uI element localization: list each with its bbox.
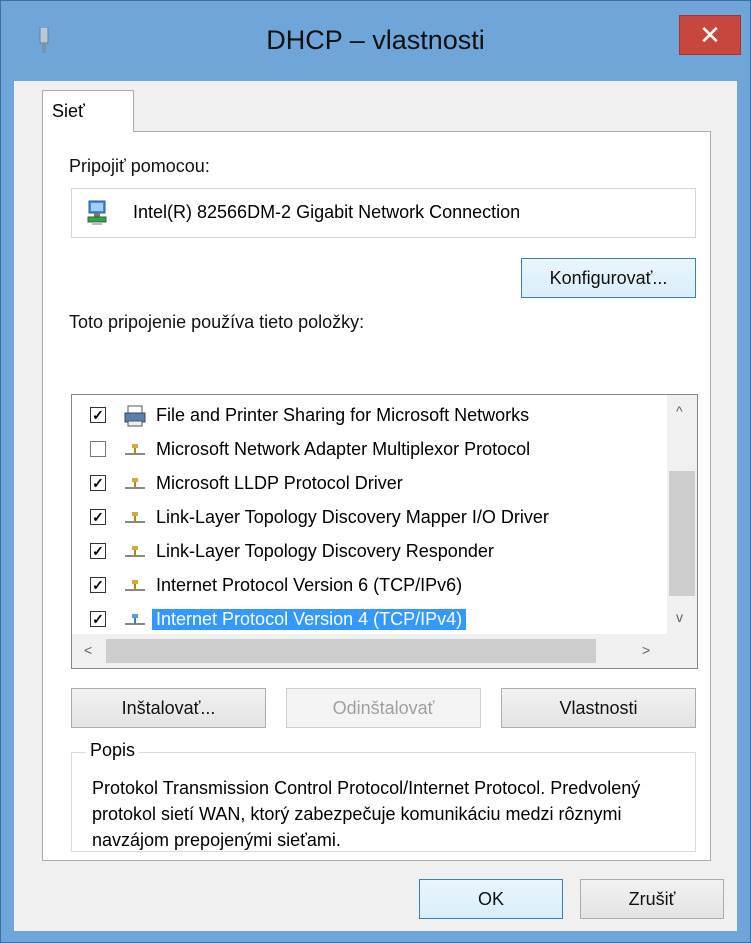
checkbox[interactable]: ✓ [90,509,106,525]
protocol-icon [125,614,145,625]
checkbox[interactable] [90,441,106,457]
item-label: Internet Protocol Version 4 (TCP/IPv4) [152,609,467,630]
adapter-box: Intel(R) 82566DM-2 Gigabit Network Conne… [71,188,696,238]
checkbox[interactable]: ✓ [90,611,106,627]
components-list[interactable]: ✓ File and Printer Sharing for Microsoft… [71,394,698,669]
tab-network[interactable]: Sieť [42,90,134,132]
protocol-icon [125,512,145,523]
adapter-name: Intel(R) 82566DM-2 Gigabit Network Conne… [133,202,521,222]
protocol-icon [125,444,145,455]
list-item[interactable]: ✓ Link-Layer Topology Discovery Responde… [72,535,667,569]
item-label: Internet Protocol Version 6 (TCP/IPv6) [156,575,463,595]
network-adapter-icon [87,200,107,225]
checkbox[interactable]: ✓ [90,577,106,593]
vertical-scrollbar[interactable]: ^ v [667,395,697,634]
checkbox[interactable]: ✓ [90,407,106,423]
configure-button[interactable]: Konfigurovať... [521,258,696,298]
list-item[interactable]: ✓ Link-Layer Topology Discovery Mapper I… [72,501,667,535]
protocol-icon [125,546,145,557]
item-label: Microsoft Network Adapter Multiplexor Pr… [156,439,531,459]
cancel-button[interactable]: Zrušiť [580,879,724,919]
scroll-down-icon[interactable]: v [676,609,683,625]
item-label: Microsoft LLDP Protocol Driver [156,473,403,493]
vertical-scroll-thumb[interactable] [669,471,695,596]
dialog-window: DHCP – vlastnosti ✕ Sieť Pripojiť pomoco… [0,0,751,943]
scroll-up-icon[interactable]: ^ [676,403,683,419]
install-button[interactable]: Inštalovať... [71,688,266,728]
list-item-selected[interactable]: ✓ Internet Protocol Version 4 (TCP/IPv4) [72,603,667,637]
item-label: Link-Layer Topology Discovery Responder [156,541,494,561]
window-title: DHCP – vlastnosti [266,25,485,55]
checkbox[interactable]: ✓ [90,543,106,559]
ok-button[interactable]: OK [419,879,563,919]
properties-button[interactable]: Vlastnosti [501,688,696,728]
printer-share-icon [124,405,146,427]
description-text: Protokol Transmission Control Protocol/I… [92,778,641,850]
connect-using-label: Pripojiť pomocou: [69,156,210,176]
protocol-icon [125,478,145,489]
item-label: Link-Layer Topology Discovery Mapper I/O… [156,507,549,527]
list-item[interactable]: ✓ Internet Protocol Version 6 (TCP/IPv6) [72,569,667,603]
protocol-icon [125,580,145,591]
horizontal-scrollbar[interactable]: < > [72,634,667,668]
checkbox[interactable]: ✓ [90,475,106,491]
scroll-right-icon[interactable]: > [642,642,650,658]
list-item[interactable]: ✓ File and Printer Sharing for Microsoft… [72,399,667,433]
description-group: Popis Protokol Transmission Control Prot… [71,740,696,852]
item-label: File and Printer Sharing for Microsoft N… [156,405,530,425]
uninstall-button[interactable]: Odinštalovať [286,688,481,728]
items-label: Toto pripojenie používa tieto položky: [69,312,365,332]
scrollbar-corner [667,634,697,668]
tab-panel: Pripojiť pomocou: Intel(R) 82566DM-2 Gig… [42,131,711,861]
scroll-left-icon[interactable]: < [84,642,92,658]
dialog-client: Sieť Pripojiť pomocou: Intel(R) 82566DM-… [14,81,737,931]
title-bar[interactable]: DHCP – vlastnosti ✕ [1,1,750,81]
horizontal-scroll-thumb[interactable] [106,639,596,663]
close-icon: ✕ [699,20,721,50]
close-button[interactable]: ✕ [679,15,741,55]
description-title: Popis [86,740,140,761]
list-item[interactable]: ✓ Microsoft LLDP Protocol Driver [72,467,667,501]
list-item[interactable]: Microsoft Network Adapter Multiplexor Pr… [72,433,667,467]
